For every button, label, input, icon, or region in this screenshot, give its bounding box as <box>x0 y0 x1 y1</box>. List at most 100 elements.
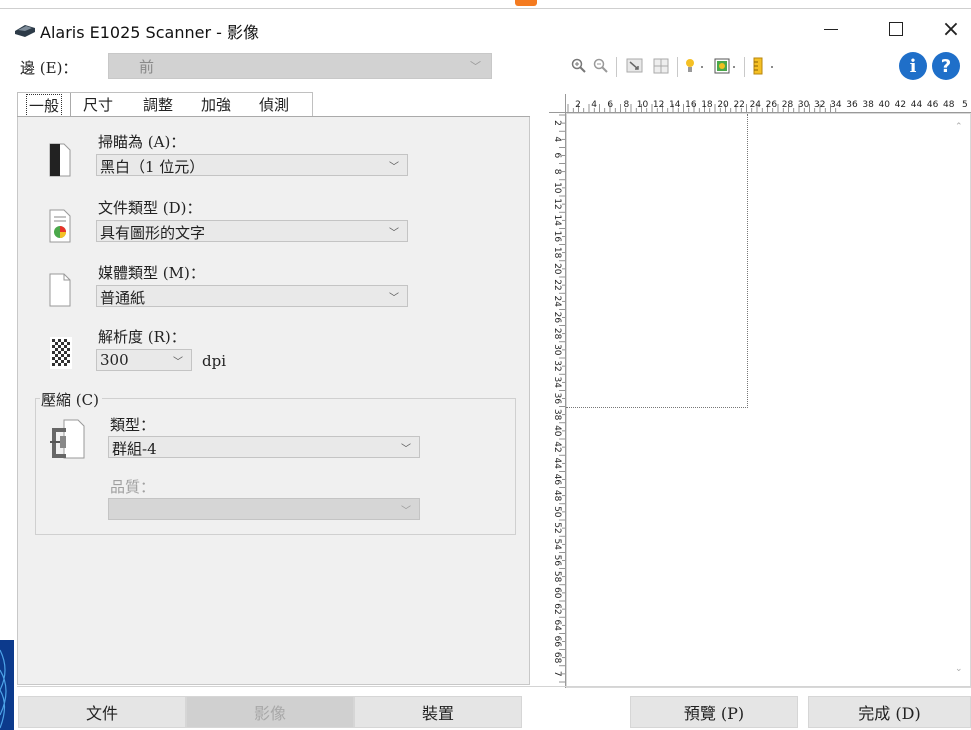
document-button[interactable]: 文件 <box>18 696 186 728</box>
minimize-icon <box>824 28 838 30</box>
quality-select[interactable]: ﹀ <box>108 498 420 520</box>
done-button[interactable]: 完成 (D) <box>808 696 971 728</box>
ruler-top-label: 16 <box>685 100 697 110</box>
ruler-left-label: 24 <box>552 295 562 307</box>
ruler-left-label: 68 <box>552 652 562 664</box>
compression-legend: 壓縮 (C) <box>40 389 102 410</box>
ruler-left-label: 66 <box>552 636 562 648</box>
toolbar-separator <box>616 57 617 77</box>
document-type-select[interactable]: 具有圖形的文字 ﹀ <box>96 220 408 242</box>
ruler-top-label: 28 <box>782 100 794 110</box>
ruler-left-label: 44 <box>552 457 562 469</box>
info-icon: i <box>909 55 917 77</box>
ruler-left-label: 42 <box>552 441 562 452</box>
ruler-left-label: 10 <box>552 182 562 194</box>
chevron-down-icon: ﹀ <box>401 506 411 517</box>
grid-icon[interactable] <box>650 56 672 76</box>
side-label: 邊 (E)： <box>20 59 78 77</box>
document-type-value: 具有圖形的文字 <box>100 224 206 242</box>
ruler-icon[interactable] <box>750 56 778 76</box>
ruler-left-label: 46 <box>552 474 562 486</box>
desktop-background-fragment <box>0 640 14 730</box>
compression-clamp-icon <box>50 419 85 459</box>
top-accent-bar <box>0 0 971 8</box>
ruler-left-label: 58 <box>552 571 562 583</box>
scan-as-label: 掃瞄為 (A)： <box>98 133 186 151</box>
crop-icon[interactable] <box>624 56 646 76</box>
scan-area-outline[interactable] <box>566 114 748 408</box>
ruler-left-label: 52 <box>552 522 562 533</box>
scroll-up-icon[interactable]: ⌃ <box>955 122 963 132</box>
side-select-value: 前 <box>139 58 155 76</box>
quality-label: 品質： <box>110 478 156 496</box>
ruler-top-label: 5 <box>962 100 968 110</box>
info-button[interactable]: i <box>899 52 927 80</box>
color-icon[interactable] <box>712 56 740 76</box>
ruler-left-label: 7 <box>552 671 562 677</box>
preview-button[interactable]: 預覽 (P) <box>630 696 798 728</box>
ruler-left-label: 30 <box>552 344 562 356</box>
resolution-select[interactable]: 300 ﹀ <box>96 349 192 371</box>
ruler-corner <box>549 94 566 113</box>
ruler-left-label: 2 <box>552 120 562 126</box>
close-button[interactable]: × <box>928 12 971 46</box>
ruler-top-ticks: 2 4 6 8 10 12 14 16 18 20 22 24 26 28 30 32 34 36 38 40 42 44… <box>567 100 968 112</box>
ruler-left-label: 16 <box>552 231 562 243</box>
ruler-left-label: 36 <box>552 393 562 405</box>
scroll-down-icon[interactable]: ⌄ <box>955 664 963 674</box>
ruler-top-label: 32 <box>814 100 825 110</box>
scanner-icon <box>15 25 35 37</box>
ruler-top-label: 20 <box>717 100 729 110</box>
zoom-in-icon[interactable] <box>570 56 588 76</box>
device-button-label: 裝置 <box>421 704 454 723</box>
ruler-top-label: 38 <box>862 100 874 110</box>
media-type-select[interactable]: 普通紙 ﹀ <box>96 285 408 307</box>
ruler-left-label: 34 <box>552 376 562 388</box>
compression-type-value: 群組-4 <box>112 440 157 458</box>
light-icon[interactable] <box>682 56 708 76</box>
side-select[interactable]: 前 ﹀ <box>108 53 492 79</box>
ruler-top-label: 10 <box>637 100 649 110</box>
ruler-left-label: 28 <box>552 328 562 340</box>
ruler-left-label: 60 <box>552 587 562 599</box>
chevron-down-icon: ﹀ <box>389 293 399 304</box>
resolution-unit: dpi <box>202 352 227 370</box>
zoom-out-icon[interactable] <box>592 56 610 76</box>
ruler-top-label: 4 <box>591 100 597 110</box>
maximize-button[interactable] <box>873 12 919 46</box>
device-button[interactable]: 裝置 <box>354 696 522 728</box>
compression-type-select[interactable]: 群組-4 ﹀ <box>108 436 420 458</box>
ruler-left-label: 38 <box>552 409 562 421</box>
plain-paper-icon <box>49 273 71 307</box>
document-button-label: 文件 <box>85 704 118 723</box>
toolbar-separator <box>744 57 745 77</box>
ruler-top-label: 44 <box>911 100 923 110</box>
preview-button-label: 預覽 (P) <box>683 704 745 723</box>
ruler-top-label: 42 <box>895 100 906 110</box>
image-button[interactable]: 影像 <box>186 696 354 728</box>
maximize-icon <box>889 22 903 36</box>
toolbar-separator <box>677 57 678 77</box>
help-button[interactable]: ? <box>932 52 960 80</box>
resolution-icon <box>50 337 72 369</box>
ruler-left-label: 12 <box>552 198 562 209</box>
ruler-top-label: 18 <box>701 100 713 110</box>
chevron-down-icon: ﹀ <box>470 60 481 73</box>
ruler-left-label: 6 <box>552 153 562 159</box>
ruler-left-ticks: 2468101214161820222426283032343638404244… <box>552 114 565 683</box>
document-type-label: 文件類型 (D)： <box>98 199 202 217</box>
ruler-top-label: 22 <box>733 100 744 110</box>
scan-as-select[interactable]: 黑白（1 位元） ﹀ <box>96 154 408 176</box>
ruler-left-label: 64 <box>552 619 562 631</box>
ruler-top-label: 8 <box>623 100 629 110</box>
ruler-left-label: 50 <box>552 506 562 518</box>
chevron-down-icon: ﹀ <box>389 162 399 173</box>
done-button-label: 完成 (D) <box>858 704 921 723</box>
chevron-down-icon: ﹀ <box>401 444 411 455</box>
chevron-down-icon: ﹀ <box>173 357 183 368</box>
ruler-left: 2 4 6 8 10 12 14 16 18 20 22 24 26 28 30 32 34 36 38 40 42 44… <box>549 113 566 688</box>
bottom-divider <box>17 686 971 687</box>
ruler-top-label: 30 <box>798 100 810 110</box>
image-button-label: 影像 <box>253 704 286 723</box>
minimize-button[interactable] <box>808 12 854 46</box>
